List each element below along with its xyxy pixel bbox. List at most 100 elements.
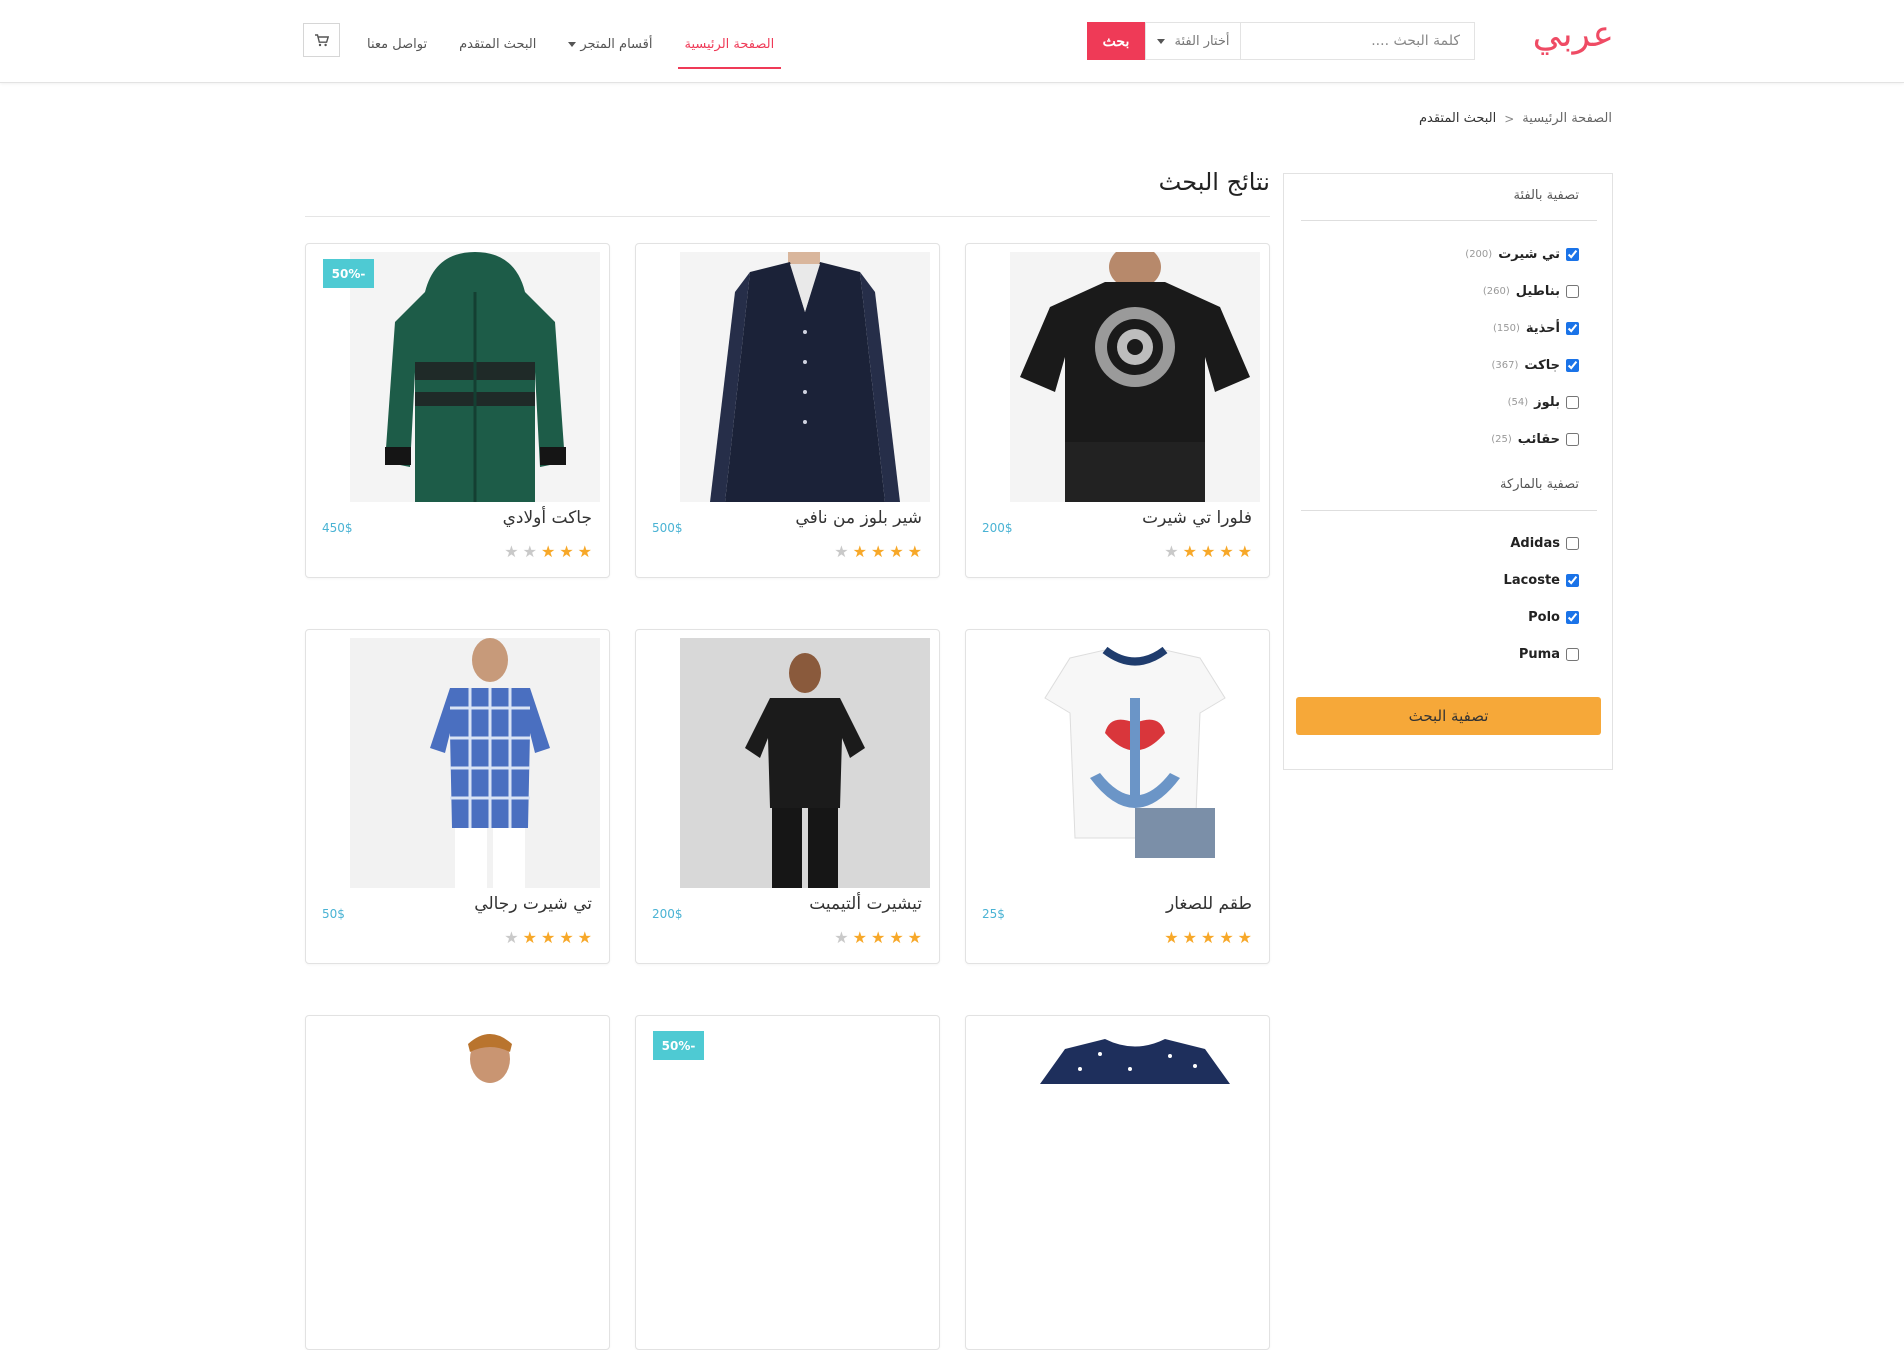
star-icon: ★ bbox=[577, 928, 592, 947]
nav-store-sections[interactable]: أقسام المتجر bbox=[561, 22, 659, 66]
filter-count: (150) bbox=[1492, 322, 1520, 334]
star-icon: ★ bbox=[907, 542, 922, 561]
filter-count: (260) bbox=[1482, 285, 1510, 297]
site-logo[interactable]: عربي bbox=[1533, 14, 1614, 55]
search-bar: بحث أختار الفئة bbox=[1087, 22, 1475, 60]
product-image[interactable] bbox=[680, 638, 930, 888]
site-header: عربي بحث أختار الفئة الصفحة الرئيسية أقس… bbox=[0, 0, 1904, 83]
brand-checkbox[interactable] bbox=[1566, 647, 1579, 661]
search-input[interactable] bbox=[1240, 22, 1475, 60]
product-image[interactable] bbox=[1010, 638, 1260, 888]
filter-category-tshirt[interactable]: تي شيرت (200) bbox=[1465, 245, 1579, 263]
category-checkbox[interactable] bbox=[1566, 358, 1579, 372]
product-card[interactable]: 50%- bbox=[635, 1015, 940, 1350]
nav-advanced-search[interactable]: البحث المتقدم bbox=[452, 22, 543, 66]
filter-category-blouse[interactable]: بلوز (54) bbox=[1508, 393, 1579, 411]
discount-badge: 50%- bbox=[323, 259, 374, 288]
star-icon: ★ bbox=[540, 928, 556, 947]
star-icon: ★ bbox=[1237, 542, 1252, 561]
filter-brand-lacoste[interactable]: Lacoste bbox=[1504, 571, 1579, 589]
category-checkbox[interactable] bbox=[1566, 395, 1579, 409]
star-icon: ★ bbox=[852, 928, 867, 947]
star-icon: ★ bbox=[1219, 928, 1234, 947]
cart-icon bbox=[314, 33, 329, 46]
star-icon: ★ bbox=[907, 928, 922, 947]
nav-home[interactable]: الصفحة الرئيسية bbox=[677, 22, 782, 69]
search-button[interactable]: بحث bbox=[1087, 22, 1145, 60]
star-icon: ★ bbox=[870, 928, 886, 947]
rating-stars: ★ ★ ★ ★ ★ bbox=[1164, 544, 1252, 560]
star-icon: ★ bbox=[834, 542, 849, 561]
breadcrumb-home[interactable]: الصفحة الرئيسية bbox=[1522, 111, 1612, 126]
category-checkbox[interactable] bbox=[1566, 247, 1579, 261]
star-icon: ★ bbox=[577, 542, 592, 561]
product-card[interactable]: شير بلوز من نافي 500$ ★ ★ ★ ★ ★ bbox=[635, 243, 940, 578]
star-icon: ★ bbox=[1237, 928, 1252, 947]
product-name[interactable]: جاكت أولادي bbox=[503, 508, 592, 528]
filter-label: Lacoste bbox=[1503, 572, 1560, 588]
breadcrumb-current: البحث المتقدم bbox=[1418, 111, 1497, 126]
rating-stars: ★ ★ ★ ★ ★ bbox=[504, 544, 592, 560]
filter-brand-adidas[interactable]: Adidas bbox=[1510, 534, 1579, 552]
filter-label: حقائب bbox=[1517, 431, 1560, 447]
brand-checkbox[interactable] bbox=[1566, 573, 1579, 587]
product-name[interactable]: فلورا تي شيرت bbox=[1142, 508, 1252, 528]
category-filter-title: تصفية بالفئة bbox=[1513, 188, 1579, 203]
breadcrumb: الصفحة الرئيسية < البحث المتقدم bbox=[1419, 111, 1612, 126]
product-card[interactable]: 50%- جاكت أولادي 450$ ★ ★ ★ ★ ★ bbox=[305, 243, 610, 578]
product-card[interactable] bbox=[305, 1015, 610, 1350]
product-card[interactable]: فلورا تي شيرت 200$ ★ ★ ★ ★ ★ bbox=[965, 243, 1270, 578]
product-price: 200$ bbox=[652, 907, 683, 921]
filter-label: Polo bbox=[1528, 609, 1560, 625]
apply-filter-button[interactable]: تصفية البحث bbox=[1296, 697, 1601, 735]
filter-category-shoes[interactable]: أحذية (150) bbox=[1493, 319, 1579, 337]
product-image[interactable] bbox=[1010, 252, 1260, 502]
star-icon: ★ bbox=[1182, 928, 1197, 947]
cart-button[interactable] bbox=[303, 23, 340, 57]
product-price: 25$ bbox=[982, 907, 1005, 921]
product-image[interactable] bbox=[350, 638, 600, 888]
star-icon: ★ bbox=[1182, 542, 1197, 561]
brand-checkbox[interactable] bbox=[1566, 610, 1579, 624]
nav-contact-label: تواصل معنا bbox=[367, 36, 428, 52]
filter-brand-puma[interactable]: Puma bbox=[1519, 645, 1579, 663]
filter-label: Puma bbox=[1518, 646, 1560, 662]
brand-checkbox[interactable] bbox=[1566, 536, 1579, 550]
filter-brand-polo[interactable]: Polo bbox=[1528, 608, 1579, 626]
brand-filter-title: تصفية بالماركة bbox=[1500, 477, 1579, 492]
category-checkbox[interactable] bbox=[1566, 321, 1579, 335]
star-icon: ★ bbox=[1219, 542, 1234, 561]
nav-contact[interactable]: تواصل معنا bbox=[360, 22, 434, 66]
nav-advanced-search-label: البحث المتقدم bbox=[459, 36, 537, 52]
filter-count: (200) bbox=[1465, 248, 1493, 260]
product-card[interactable]: تي شيرت رجالي 50$ ★ ★ ★ ★ ★ bbox=[305, 629, 610, 964]
filter-category-bags[interactable]: حقائب (25) bbox=[1491, 430, 1579, 448]
product-name[interactable]: تيشيرت ألتيميت bbox=[809, 894, 922, 914]
product-card[interactable]: تيشيرت ألتيميت 200$ ★ ★ ★ ★ ★ bbox=[635, 629, 940, 964]
breadcrumb-separator: < bbox=[1504, 111, 1515, 126]
filter-category-jacket[interactable]: جاكت (367) bbox=[1492, 356, 1579, 374]
product-image[interactable] bbox=[680, 252, 930, 502]
filter-count: (54) bbox=[1507, 396, 1529, 408]
star-icon: ★ bbox=[504, 928, 519, 947]
filter-label: أحذية bbox=[1525, 320, 1560, 336]
filter-label: Adidas bbox=[1510, 535, 1560, 551]
star-icon: ★ bbox=[1164, 928, 1179, 947]
product-card[interactable] bbox=[965, 1015, 1270, 1350]
product-image[interactable] bbox=[350, 252, 600, 502]
nav-home-label: الصفحة الرئيسية bbox=[684, 36, 775, 52]
product-card[interactable]: طقم للصغار 25$ ★ ★ ★ ★ ★ bbox=[965, 629, 1270, 964]
star-icon: ★ bbox=[889, 928, 904, 947]
star-icon: ★ bbox=[559, 928, 574, 947]
category-checkbox[interactable] bbox=[1566, 284, 1579, 298]
category-select[interactable]: أختار الفئة bbox=[1145, 22, 1240, 60]
category-select-label: أختار الفئة bbox=[1174, 33, 1230, 49]
star-icon: ★ bbox=[834, 928, 849, 947]
category-checkbox[interactable] bbox=[1566, 432, 1579, 446]
product-name[interactable]: شير بلوز من نافي bbox=[795, 508, 922, 528]
product-name[interactable]: تي شيرت رجالي bbox=[474, 894, 592, 914]
filter-category-pants[interactable]: بناطيل (260) bbox=[1483, 282, 1579, 300]
product-name[interactable]: طقم للصغار bbox=[1166, 894, 1252, 914]
star-icon: ★ bbox=[540, 542, 556, 561]
star-icon: ★ bbox=[504, 542, 519, 561]
